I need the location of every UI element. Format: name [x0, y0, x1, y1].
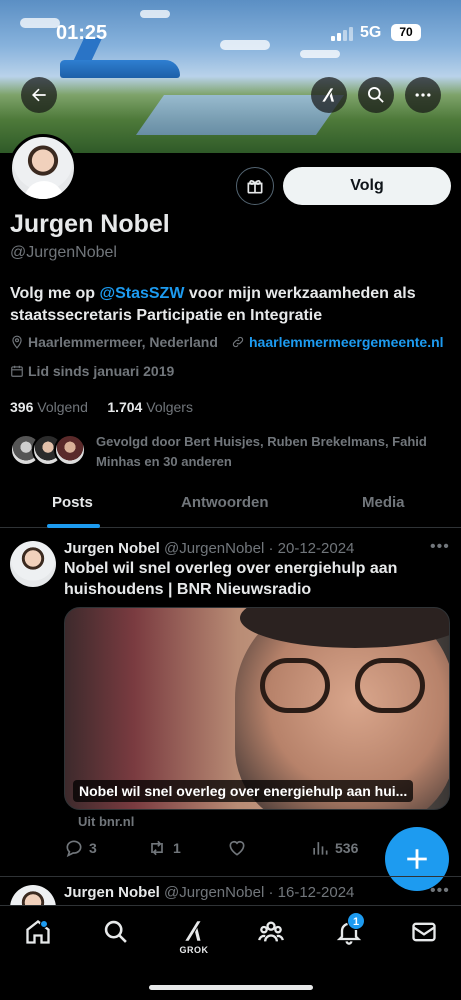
views-chart-icon — [313, 842, 328, 855]
link-card-image[interactable]: Nobel wil snel overleg over energiehulp … — [64, 607, 450, 810]
post-actions: 3 1 536 — [64, 838, 394, 862]
more-icon — [415, 93, 431, 97]
bio-mention-link[interactable]: @StasSZW — [99, 285, 184, 302]
grok-icon — [185, 921, 201, 941]
post-text: Nobel wil snel overleg over energiehulp … — [64, 560, 398, 598]
bio-prefix: Volg me op — [10, 285, 100, 302]
link-icon — [232, 336, 244, 348]
like-button[interactable] — [227, 838, 252, 858]
reply-count: 3 — [89, 840, 97, 856]
profile-joined: Lid sinds januari 2019 — [10, 363, 174, 379]
profile-avatar[interactable] — [9, 134, 77, 202]
status-bar: 01:25 5G 70 — [0, 22, 461, 48]
location-pin-icon — [12, 335, 22, 349]
link-card-source[interactable]: Uit bnr.nl — [78, 814, 134, 829]
post-more-icon[interactable]: ••• — [430, 882, 450, 900]
search-button[interactable] — [358, 77, 394, 113]
followers-link[interactable]: 1.704 Volgers — [107, 399, 193, 415]
post-author-handle[interactable]: @JurgenNobel — [164, 540, 264, 557]
avatar — [54, 434, 86, 466]
post-header: Jurgen Nobel @JurgenNobel · 20-12-2024 — [64, 540, 354, 557]
nav-home[interactable] — [18, 918, 58, 958]
nav-messages[interactable] — [404, 918, 444, 958]
reply-button[interactable]: 3 — [64, 838, 97, 858]
tab-posts[interactable]: Posts — [52, 494, 93, 511]
profile-location: Haarlemmermeer, Nederland — [10, 334, 218, 350]
active-tab-indicator — [47, 524, 100, 528]
profile-handle: @JurgenNobel — [10, 244, 117, 261]
grok-button[interactable] — [311, 77, 347, 113]
gift-button[interactable] — [236, 167, 274, 205]
profile-tabs: Posts Antwoorden Media — [0, 484, 461, 528]
signal-icon — [331, 27, 353, 41]
views-count: 536 — [335, 840, 359, 856]
link-card-title: Nobel wil snel overleg over energiehulp … — [73, 780, 414, 802]
followers-count: 1.704 — [107, 399, 143, 415]
search-icon — [368, 87, 384, 103]
post-author-handle[interactable]: @JurgenNobel — [164, 884, 264, 901]
reply-icon — [66, 840, 82, 858]
profile-name: Jurgen Nobel — [10, 210, 170, 238]
search-icon — [104, 920, 127, 943]
home-new-indicator — [40, 920, 48, 928]
gift-icon — [247, 180, 263, 194]
followed-by-text: Gevolgd door Bert Huisjes, Ruben Brekelm… — [96, 434, 427, 469]
network-label: 5G — [360, 24, 382, 41]
location-text: Haarlemmermeer, Nederland — [28, 334, 218, 350]
nav-notifications[interactable]: 1 — [329, 912, 369, 958]
repost-button[interactable]: 1 — [146, 838, 181, 858]
following-label: Volgend — [37, 399, 88, 415]
website-link[interactable]: haarlemmermeergemeente.nl — [249, 334, 444, 350]
plus-icon — [407, 849, 427, 869]
follow-counts: 396 Volgend 1.704 Volgers — [10, 399, 193, 415]
nav-grok[interactable]: GROK — [174, 918, 214, 958]
arrow-left-icon — [32, 88, 46, 102]
home-indicator — [149, 985, 313, 990]
nav-search[interactable] — [96, 918, 136, 958]
joined-text: Lid sinds januari 2019 — [28, 363, 175, 379]
tab-replies[interactable]: Antwoorden — [181, 494, 269, 511]
post-author-name[interactable]: Jurgen Nobel — [64, 540, 160, 557]
post-more-icon[interactable]: ••• — [430, 538, 450, 556]
grok-label: GROK — [179, 945, 209, 955]
more-button[interactable] — [405, 77, 441, 113]
nav-communities[interactable] — [251, 918, 291, 958]
post-author-avatar[interactable] — [10, 541, 56, 587]
repost-icon — [151, 840, 163, 856]
battery-icon: 70 — [391, 24, 421, 41]
calendar-icon — [11, 365, 23, 377]
post-author-name[interactable]: Jurgen Nobel — [64, 884, 160, 901]
views-button[interactable]: 536 — [310, 838, 358, 858]
heart-icon — [229, 840, 245, 856]
post-divider — [0, 876, 461, 877]
mail-icon — [412, 922, 436, 942]
follow-button[interactable]: Volg — [283, 167, 451, 205]
post-date[interactable]: · 16-12-2024 — [269, 884, 355, 901]
following-count: 396 — [10, 399, 34, 415]
status-time: 01:25 — [56, 22, 108, 44]
notifications-badge: 1 — [347, 912, 365, 930]
repost-count: 1 — [173, 840, 181, 856]
grok-icon — [322, 88, 334, 102]
followed-by-avatars — [10, 434, 90, 470]
profile-website[interactable]: haarlemmermeergemeente.nl — [231, 334, 444, 350]
followers-label: Volgers — [146, 399, 193, 415]
following-link[interactable]: 396 Volgend — [10, 399, 88, 415]
back-button[interactable] — [21, 77, 57, 113]
post-header: Jurgen Nobel @JurgenNobel · 16-12-2024 — [64, 884, 354, 901]
tab-media[interactable]: Media — [362, 494, 405, 511]
profile-bio: Volg me op @StasSZW voor mijn werkzaamhe… — [10, 283, 450, 327]
post-date[interactable]: · 20-12-2024 — [269, 540, 355, 557]
communities-icon — [258, 921, 284, 942]
